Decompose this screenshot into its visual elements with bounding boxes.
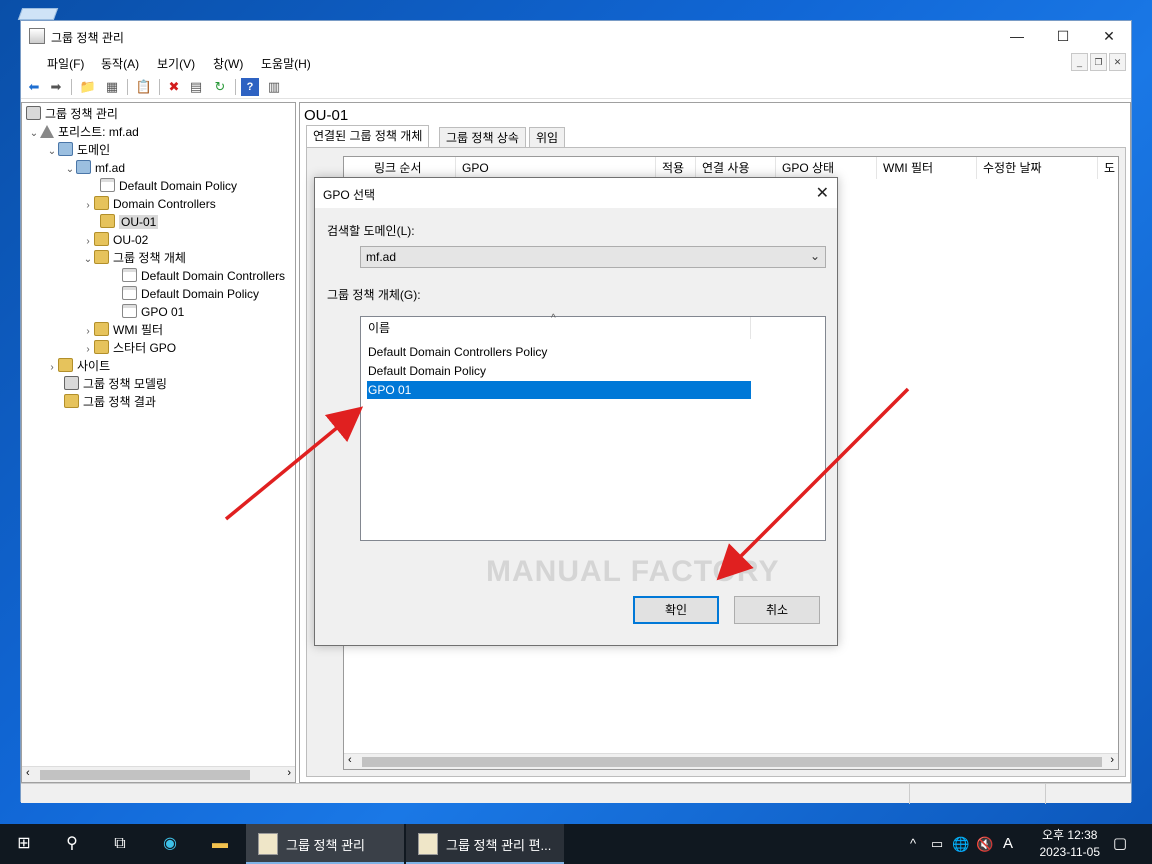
- gpme-taskbar-icon: [418, 833, 438, 855]
- search-icon[interactable]: ⚲: [48, 824, 96, 864]
- taskbar-app-gpmc-label: 그룹 정책 관리: [286, 838, 365, 853]
- clock[interactable]: 오후 12:38 2023-11-05: [1040, 827, 1101, 861]
- annotation-arrows: [224, 387, 910, 581]
- clock-time: 오후 12:38: [1042, 828, 1098, 842]
- network-icon[interactable]: 🌐: [950, 824, 972, 864]
- edge-browser-icon[interactable]: ◉: [144, 824, 196, 864]
- ime-indicator[interactable]: A: [998, 824, 1018, 864]
- taskbar-app-gpme[interactable]: 그룹 정책 관리 편...: [406, 824, 564, 864]
- volume-muted-icon[interactable]: 🔇: [974, 824, 996, 864]
- clock-date: 2023-11-05: [1039, 845, 1101, 859]
- gpmc-taskbar-icon: [258, 833, 278, 855]
- notification-icon[interactable]: ▢: [1108, 824, 1132, 864]
- taskbar-app-gpme-label: 그룹 정책 관리 편...: [446, 838, 552, 853]
- arrow-to-ok-button: [716, 387, 910, 581]
- file-explorer-icon[interactable]: ▬: [196, 824, 244, 864]
- arrow-to-gpo01: [224, 406, 364, 521]
- battery-icon[interactable]: ▭: [926, 824, 948, 864]
- start-button[interactable]: ⊞: [0, 824, 48, 864]
- tray-overflow-icon[interactable]: ^: [902, 824, 924, 864]
- taskbar: ⊞ ⚲ ⧉ ◉ ▬ 그룹 정책 관리 그룹 정책 관리 편... ^ ▭ 🌐 🔇…: [0, 824, 1152, 864]
- task-view-icon[interactable]: ⧉: [96, 824, 144, 864]
- taskbar-app-gpmc[interactable]: 그룹 정책 관리: [246, 824, 404, 864]
